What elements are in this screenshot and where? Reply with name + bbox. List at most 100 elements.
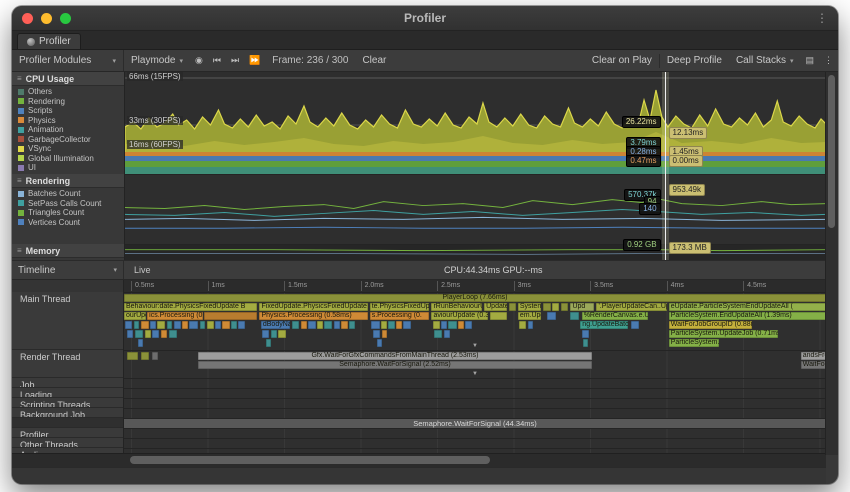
timeline-span[interactable] <box>382 330 388 338</box>
legend-item[interactable]: Global Illumination <box>18 154 124 164</box>
timeline-span[interactable] <box>490 312 507 320</box>
horizontal-scrollbar[interactable] <box>12 453 826 467</box>
timeline-span[interactable] <box>381 321 387 329</box>
thread-label-job[interactable]: Job <box>12 378 123 388</box>
target-selection-dropdown[interactable]: Playmode ▾ <box>124 50 190 71</box>
timeline-span[interactable] <box>127 352 138 360</box>
timeline-span[interactable]: ng.UpdateBatcl <box>580 321 628 329</box>
timeline-span[interactable] <box>441 321 447 329</box>
close-window-button[interactable] <box>22 13 33 24</box>
prev-frame-icon[interactable]: ⏮ <box>208 50 226 71</box>
timeline-span[interactable]: ourUpda <box>124 312 146 320</box>
module-header-rendering[interactable]: ≡ Rendering <box>12 174 124 188</box>
timeline-span[interactable]: %RenderCanvas.e.Upd <box>582 312 649 320</box>
background-job-track[interactable] <box>124 409 826 419</box>
main-thread-track[interactable]: PlayerLoop (7.66ms)Behaviour:date.Physic… <box>124 293 826 351</box>
live-toggle[interactable]: Live <box>124 265 161 275</box>
profiler-track[interactable] <box>124 429 826 439</box>
horizontal-scrollbar-thumb[interactable] <box>130 456 490 464</box>
context-menu-icon[interactable]: ⋮ <box>819 50 838 71</box>
timeline-span[interactable]: ParticleSystem.EndUpdateAll (1.39ms) <box>669 312 826 320</box>
timeline-span[interactable]: ics.Processing (0.3! <box>147 312 202 320</box>
render-thread-track[interactable]: Gfx.WaitForGfxCommandsFromMainThread (2.… <box>124 351 826 379</box>
legend-item[interactable]: SetPass Calls Count <box>18 199 124 209</box>
timeline-span[interactable] <box>161 330 167 338</box>
timeline-span[interactable]: Gfx.WaitForGfxCommandsFromMainThread (2.… <box>198 352 591 360</box>
timeline-span[interactable] <box>631 321 639 329</box>
timeline-span[interactable]: Behaviour:date.PhysicsFixedUpdate B <box>124 303 257 311</box>
timeline-span[interactable] <box>465 321 472 329</box>
legend-item[interactable]: Rendering <box>18 97 124 107</box>
minimize-window-button[interactable] <box>41 13 52 24</box>
timeline-span[interactable] <box>141 321 149 329</box>
timeline-span[interactable] <box>135 330 143 338</box>
vertical-scrollbar-thumb[interactable] <box>828 75 835 228</box>
timeline-span[interactable] <box>292 321 299 329</box>
timeline-span[interactable] <box>125 321 132 329</box>
timeline-span[interactable] <box>134 321 140 329</box>
next-frame-icon[interactable]: ⏭ <box>226 50 244 71</box>
timeline-span[interactable] <box>543 303 551 311</box>
timeline-span[interactable] <box>215 321 221 329</box>
profiler-modules-dropdown[interactable]: Profiler Modules ▾ <box>12 50 124 71</box>
timeline-span[interactable]: Update. <box>484 303 506 311</box>
timeline-span[interactable] <box>169 330 177 338</box>
timeline-span[interactable] <box>271 330 277 338</box>
timeline-span[interactable] <box>152 352 158 360</box>
timeline-span[interactable] <box>238 321 245 329</box>
timeline-span[interactable] <box>317 321 323 329</box>
timeline-span[interactable]: dBodyNan <box>261 321 290 329</box>
legend-item[interactable]: UI <box>18 163 124 173</box>
timeline-span[interactable] <box>458 321 464 329</box>
other-threads-track[interactable] <box>124 439 826 449</box>
timeline-span[interactable] <box>433 321 440 329</box>
thread-label-other-threads[interactable]: Other Threads <box>12 438 123 448</box>
timeline-span[interactable] <box>231 321 237 329</box>
timeline-span[interactable] <box>150 321 156 329</box>
timeline-span[interactable]: em.Upda <box>518 312 541 320</box>
job-track[interactable] <box>124 379 826 389</box>
timeline-span[interactable] <box>157 321 165 329</box>
timeline-span[interactable]: PlayerLoop (7.66ms) <box>124 294 826 302</box>
timeline-span[interactable]: WaitForJobGroupID (0.88ms) <box>669 321 752 329</box>
record-icon[interactable]: ◉ <box>190 50 208 71</box>
timeline-view-dropdown[interactable]: Timeline ▾ <box>12 261 124 279</box>
timeline-span[interactable] <box>528 321 534 329</box>
collapse-arrow-icon[interactable]: ▼ <box>124 343 826 350</box>
timeline-span[interactable]: Semaphore.WaitForSignal (2.52ms) <box>198 361 591 369</box>
vertical-scrollbar[interactable] <box>825 72 838 455</box>
timeline-span[interactable] <box>341 321 348 329</box>
timeline-span[interactable] <box>552 303 558 311</box>
titlebar[interactable]: Profiler ⋮ <box>12 6 838 31</box>
timeline-tracks[interactable]: PlayerLoop (7.66ms)Behaviour:date.Physic… <box>124 293 826 453</box>
timeline-span[interactable] <box>570 312 578 320</box>
timeline-span[interactable] <box>388 321 395 329</box>
timeline-span[interactable]: s.Processing (0. <box>370 312 430 320</box>
thread-label-render-thread[interactable]: Render Thread <box>12 350 123 378</box>
timeline-span[interactable] <box>324 321 332 329</box>
manual-doc-icon[interactable]: ▤ <box>800 50 819 71</box>
thread-label-profiler[interactable]: Profiler <box>12 428 123 438</box>
semaphore-wait-bar[interactable]: Semaphore.WaitForSignal (44.34ms) <box>124 419 826 428</box>
timeline-span[interactable] <box>222 321 230 329</box>
clear-button[interactable]: Clear <box>355 50 393 71</box>
timeline-span[interactable]: rRunBehaviourUpd <box>431 303 482 311</box>
timeline-span[interactable]: FixedUpdate.PhysicsFixedUpdate (0.75ms) <box>259 303 367 311</box>
legend-item[interactable]: GarbageCollector <box>18 135 124 145</box>
rendering-chart[interactable] <box>125 174 826 244</box>
timeline-span[interactable] <box>403 321 411 329</box>
timeline-span[interactable] <box>152 330 159 338</box>
timeline-span[interactable]: Upd <box>570 303 594 311</box>
timeline-span[interactable] <box>278 330 286 338</box>
current-frame-icon[interactable]: ⏩ <box>244 50 265 71</box>
timeline-span[interactable]: aviourUpdate (0.32 <box>431 312 487 320</box>
time-ruler[interactable]: 0.5ms1ms1.5ms2.0ms2.5ms3ms3.5ms4ms4.5ms <box>124 280 826 293</box>
timeline-span[interactable] <box>334 321 340 329</box>
timeline-span[interactable]: SystemU <box>518 303 541 311</box>
thread-label-main-thread[interactable]: Main Thread <box>12 292 123 350</box>
timeline-span[interactable] <box>141 352 149 360</box>
timeline-span[interactable]: Physics.Processing (0.58ms) <box>259 312 367 320</box>
thread-label-loading[interactable]: Loading <box>12 388 123 398</box>
thread-label-background-job[interactable]: Background Job <box>12 408 123 418</box>
timeline-span[interactable] <box>444 330 450 338</box>
